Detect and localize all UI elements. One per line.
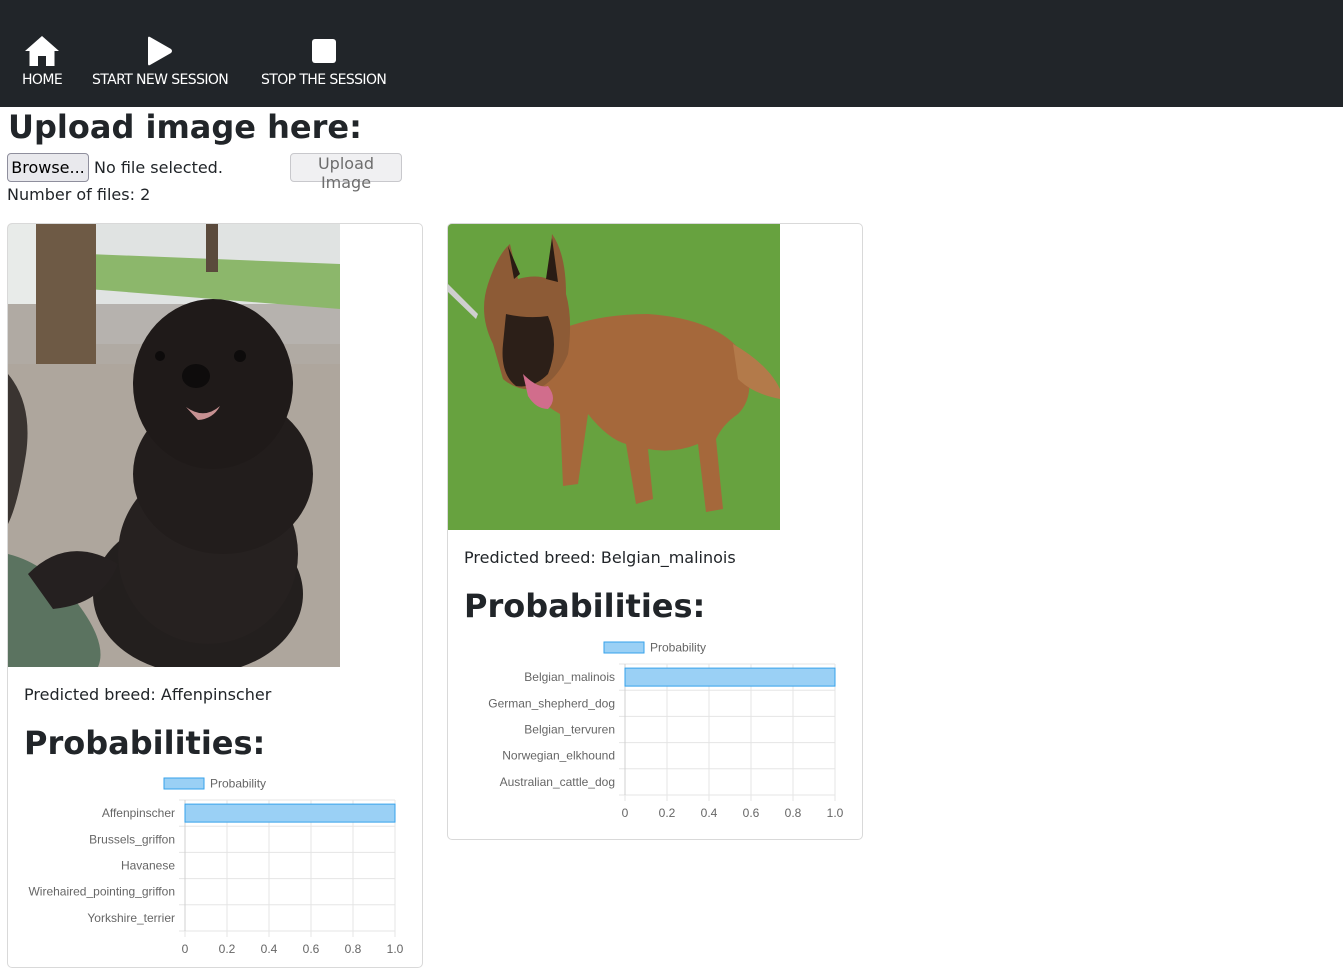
result-card: Predicted breed: Affenpinscher Probabili… [7, 223, 423, 968]
nav-start-label: START NEW SESSION [92, 72, 229, 88]
legend-label: Probability [210, 777, 266, 791]
probabilities-heading: Probabilities: [464, 587, 706, 625]
home-icon [23, 34, 61, 68]
dog-photo [448, 224, 780, 530]
y-tick-label: Belgian_tervuren [524, 723, 615, 737]
y-tick-label: Belgian_malinois [524, 670, 615, 684]
y-tick-label: Wirehaired_pointing_griffon [28, 885, 175, 899]
y-tick-label: Affenpinscher [102, 806, 175, 820]
x-tick-label: 1.0 [387, 942, 404, 956]
upload-image-button[interactable]: Upload Image [290, 153, 402, 192]
predicted-breed: Predicted breed: Affenpinscher [24, 685, 272, 704]
legend-swatch [163, 777, 205, 790]
y-tick-label: German_shepherd_dog [488, 696, 615, 710]
nav-home-label: HOME [22, 72, 63, 88]
result-card: Predicted breed: Belgian_malinois Probab… [447, 223, 863, 840]
x-tick-label: 0.6 [303, 942, 320, 956]
y-tick-label: Brussels_griffon [89, 832, 175, 846]
y-tick-label: Norwegian_elkhound [502, 749, 615, 763]
x-tick-label: 0.4 [701, 806, 718, 820]
stop-icon [310, 34, 338, 68]
files-count-label: Number of files: [7, 185, 135, 204]
probability-chart: Probability 0 0.2 0.4 0.6 0.8 1.0 Belgian_malin… [488, 641, 844, 821]
browse-button[interactable]: Browse... [7, 153, 89, 182]
x-tick-label: 0.4 [261, 942, 278, 956]
y-tick-label: Yorkshire_terrier [87, 911, 175, 925]
legend-label: Probability [650, 641, 706, 655]
nav-home[interactable]: HOME [22, 34, 63, 88]
x-tick-label: 0.2 [659, 806, 676, 820]
files-count: Number of files: 2 [7, 185, 150, 204]
nav-start-session[interactable]: START NEW SESSION [92, 34, 229, 88]
y-tick-label: Australian_cattle_dog [500, 775, 615, 789]
file-status: No file selected. [94, 158, 223, 177]
x-tick-label: 0.6 [743, 806, 760, 820]
nav-stop-label: STOP THE SESSION [261, 72, 387, 88]
page-title: Upload image here: [8, 108, 362, 146]
x-tick-label: 0 [622, 806, 629, 820]
play-icon [146, 34, 174, 68]
nav-stop-session[interactable]: STOP THE SESSION [261, 34, 387, 88]
bar [184, 803, 396, 823]
probabilities-heading: Probabilities: [24, 724, 266, 762]
top-navbar: HOME START NEW SESSION STOP THE SESSION [0, 0, 1343, 107]
x-tick-label: 0 [182, 942, 189, 956]
bar [624, 667, 836, 687]
predicted-breed: Predicted breed: Belgian_malinois [464, 548, 736, 567]
y-tick-label: Havanese [121, 859, 175, 873]
dog-photo [8, 224, 340, 667]
x-tick-label: 0.8 [785, 806, 802, 820]
probability-chart: Probability 0 0.2 0.4 0.6 0.8 1.0 Affenpinscher… [28, 777, 404, 957]
x-tick-label: 1.0 [827, 806, 844, 820]
x-tick-label: 0.2 [219, 942, 236, 956]
x-tick-label: 0.8 [345, 942, 362, 956]
files-count-value: 2 [140, 185, 151, 204]
legend-swatch [603, 641, 645, 654]
